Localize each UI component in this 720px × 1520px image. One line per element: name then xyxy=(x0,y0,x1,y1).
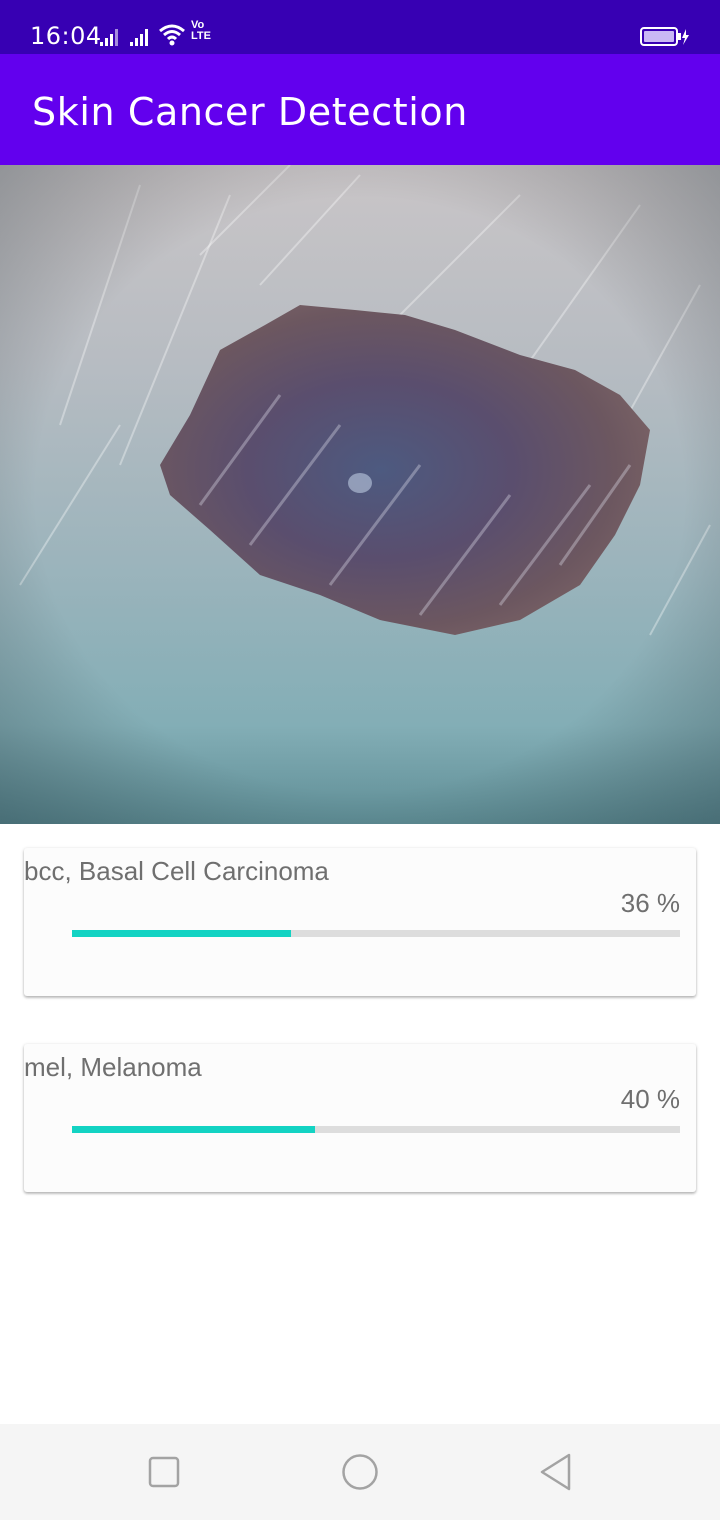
result-card: bcc, Basal Cell Carcinoma 36 % xyxy=(24,848,696,996)
probability-bar xyxy=(72,1126,680,1133)
probability-bar xyxy=(72,930,680,937)
probability-bar-fill xyxy=(72,930,291,937)
probability-percent: 40 % xyxy=(620,1084,680,1114)
skin-lesion-image xyxy=(0,165,720,824)
status-bar: 16:04 Vo LTE xyxy=(0,0,720,54)
recents-square-icon[interactable] xyxy=(146,1452,182,1492)
back-triangle-icon[interactable] xyxy=(536,1452,576,1492)
skin-lesion-photo xyxy=(0,165,720,824)
network-type-label: LTE xyxy=(191,30,211,42)
app-bar: Skin Cancer Detection xyxy=(0,54,720,165)
signal-1-icon xyxy=(100,26,122,46)
status-time: 16:04 xyxy=(30,22,102,50)
result-card: mel, Melanoma 40 % xyxy=(24,1044,696,1192)
home-circle-icon[interactable] xyxy=(340,1452,380,1492)
wifi-icon xyxy=(159,24,185,46)
signal-2-icon xyxy=(130,26,152,46)
navigation-bar xyxy=(0,1424,720,1520)
volte-icon: Vo LTE xyxy=(191,19,211,42)
diagnosis-label: mel, Melanoma xyxy=(24,1052,202,1082)
app-title: Skin Cancer Detection xyxy=(32,90,468,134)
diagnosis-label: bcc, Basal Cell Carcinoma xyxy=(24,856,329,886)
battery-charging-icon xyxy=(640,27,689,46)
probability-bar-fill xyxy=(72,1126,316,1133)
probability-percent: 36 % xyxy=(620,888,680,918)
